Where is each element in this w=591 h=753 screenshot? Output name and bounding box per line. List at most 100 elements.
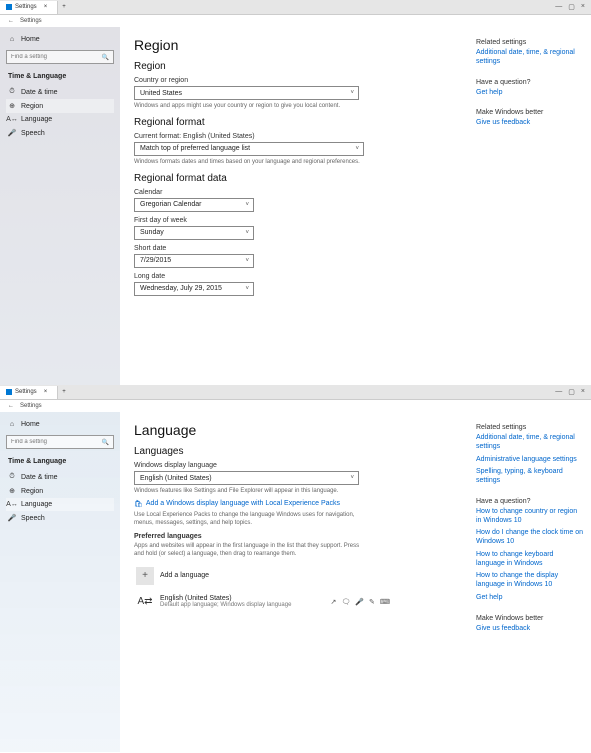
- tab-close-icon[interactable]: ×: [40, 389, 52, 395]
- tab-settings[interactable]: Settings ×: [0, 386, 58, 399]
- related-link[interactable]: Spelling, typing, & keyboard settings: [476, 468, 583, 486]
- feedback-link[interactable]: Give us feedback: [476, 119, 583, 128]
- tab-close-icon[interactable]: ×: [40, 4, 52, 10]
- home-icon: ⌂: [8, 36, 16, 43]
- language-subtext: Default app language; Windows display la…: [160, 602, 291, 608]
- maximize-icon[interactable]: ▢: [568, 3, 575, 11]
- subbar: ← Settings: [0, 15, 591, 27]
- dropdown-value: Wednesday, July 29, 2015: [140, 285, 222, 292]
- settings-tab-icon: [6, 4, 12, 10]
- sidebar-category: Time & Language: [6, 70, 114, 83]
- tab-settings[interactable]: Settings ×: [0, 1, 58, 14]
- sidebar-item-language[interactable]: A↔ Language: [6, 113, 114, 126]
- maximize-icon[interactable]: ▢: [568, 388, 575, 396]
- better-head: Make Windows better: [476, 615, 583, 622]
- sidebar-item-home[interactable]: ⌂ Home: [6, 418, 114, 431]
- store-icon: 🛍: [134, 500, 143, 508]
- search-field[interactable]: [11, 54, 102, 60]
- related-settings-head: Related settings: [476, 39, 583, 46]
- window-close-icon[interactable]: ×: [581, 388, 585, 396]
- new-tab-icon[interactable]: +: [58, 389, 70, 395]
- share-icon: ↗: [331, 598, 339, 606]
- back-icon[interactable]: ←: [8, 18, 14, 24]
- page-title: Region: [134, 37, 462, 53]
- sidebar-item-label: Region: [21, 488, 43, 495]
- sidebar-item-label: Speech: [21, 515, 45, 522]
- search-field[interactable]: [11, 439, 102, 445]
- sidebar-item-label: Language: [21, 501, 52, 508]
- language-item-english[interactable]: A⇄ English (United States) Default app l…: [134, 589, 394, 615]
- chevron-down-icon: ˅: [350, 475, 354, 481]
- link-text: Add a Windows display language with Loca…: [146, 500, 340, 507]
- settings-tab-icon: [6, 389, 12, 395]
- keyboard-icon: ⌨: [380, 598, 392, 606]
- country-desc: Windows and apps might use your country …: [134, 103, 364, 111]
- minimize-icon[interactable]: —: [555, 388, 562, 396]
- get-help-link[interactable]: Get help: [476, 89, 583, 98]
- new-tab-icon[interactable]: +: [58, 4, 70, 10]
- display-language-dropdown[interactable]: English (United States) ˅: [134, 471, 359, 485]
- clock-icon: ⏱: [8, 473, 16, 481]
- sidebar-item-language[interactable]: A↔ Language: [6, 498, 114, 511]
- help-link[interactable]: How do I change the clock time on Window…: [476, 529, 583, 547]
- section-region: Region: [134, 61, 462, 72]
- minimize-icon[interactable]: —: [555, 3, 562, 11]
- help-link[interactable]: How to change the display language in Wi…: [476, 572, 583, 590]
- search-input[interactable]: 🔍: [6, 50, 114, 64]
- get-help-link[interactable]: Get help: [476, 594, 583, 603]
- add-display-language-link[interactable]: 🛍 Add a Windows display language with Lo…: [134, 500, 462, 508]
- sidebar-item-label: Language: [21, 116, 52, 123]
- sidebar: ⌂ Home 🔍 Time & Language ⏱ Date & time ⊕…: [0, 27, 120, 385]
- firstday-dropdown[interactable]: Sunday ˅: [134, 226, 254, 240]
- chevron-down-icon: ˅: [245, 202, 249, 208]
- help-link[interactable]: How to change country or region in Windo…: [476, 508, 583, 526]
- search-input[interactable]: 🔍: [6, 435, 114, 449]
- globe-icon: ⊕: [8, 102, 16, 110]
- mic-icon: 🎤: [8, 129, 16, 137]
- sidebar-item-home[interactable]: ⌂ Home: [6, 33, 114, 46]
- display-language-desc: Windows features like Settings and File …: [134, 488, 364, 496]
- sidebar-item-region[interactable]: ⊕ Region: [6, 99, 114, 113]
- mic-icon: 🎤: [8, 514, 16, 522]
- chevron-down-icon: ˅: [245, 258, 249, 264]
- titlebar: Settings × + — ▢ ×: [0, 0, 591, 15]
- sidebar-item-date-time[interactable]: ⏱ Date & time: [6, 85, 114, 99]
- calendar-label: Calendar: [134, 189, 462, 196]
- content-main: Region Region Country or region United S…: [120, 27, 476, 385]
- sidebar-item-date-time[interactable]: ⏱ Date & time: [6, 470, 114, 484]
- dropdown-value: Match top of preferred language list: [140, 145, 250, 152]
- shortdate-dropdown[interactable]: 7/29/2015 ˅: [134, 254, 254, 268]
- search-icon: 🔍: [102, 54, 109, 61]
- sidebar-item-label: Date & time: [21, 89, 58, 96]
- related-link[interactable]: Additional date, time, & regional settin…: [476, 49, 583, 67]
- better-head: Make Windows better: [476, 109, 583, 116]
- sidebar-item-region[interactable]: ⊕ Region: [6, 484, 114, 498]
- tab-label: Settings: [15, 4, 37, 10]
- titlebar: Settings × + — ▢ ×: [0, 385, 591, 400]
- back-icon[interactable]: ←: [8, 403, 14, 409]
- sidebar-item-speech[interactable]: 🎤 Speech: [6, 511, 114, 525]
- dropdown-value: United States: [140, 90, 182, 97]
- feedback-link[interactable]: Give us feedback: [476, 625, 583, 634]
- search-icon: 🔍: [102, 439, 109, 446]
- window-close-icon[interactable]: ×: [581, 3, 585, 11]
- curfmt-desc: Windows formats dates and times based on…: [134, 159, 364, 167]
- dropdown-value: Gregorian Calendar: [140, 201, 201, 208]
- regional-format-dropdown[interactable]: Match top of preferred language list ˅: [134, 142, 364, 156]
- help-link[interactable]: How to change keyboard language in Windo…: [476, 551, 583, 569]
- country-dropdown[interactable]: United States ˅: [134, 86, 359, 100]
- longdate-dropdown[interactable]: Wednesday, July 29, 2015 ˅: [134, 282, 254, 296]
- dropdown-value: 7/29/2015: [140, 257, 171, 264]
- sidebar-item-speech[interactable]: 🎤 Speech: [6, 126, 114, 140]
- calendar-dropdown[interactable]: Gregorian Calendar ˅: [134, 198, 254, 212]
- related-link[interactable]: Additional date, time, & regional settin…: [476, 434, 583, 452]
- globe-icon: ⊕: [8, 487, 16, 495]
- home-icon: ⌂: [8, 421, 16, 428]
- subbar-title: Settings: [20, 18, 42, 24]
- page-title: Language: [134, 422, 462, 438]
- language-icon: A↔: [8, 501, 16, 508]
- add-language-button[interactable]: + Add a language: [134, 563, 462, 589]
- clock-icon: ⏱: [8, 88, 16, 96]
- handwriting-icon: ✎: [369, 598, 377, 606]
- related-link[interactable]: Administrative language settings: [476, 456, 583, 465]
